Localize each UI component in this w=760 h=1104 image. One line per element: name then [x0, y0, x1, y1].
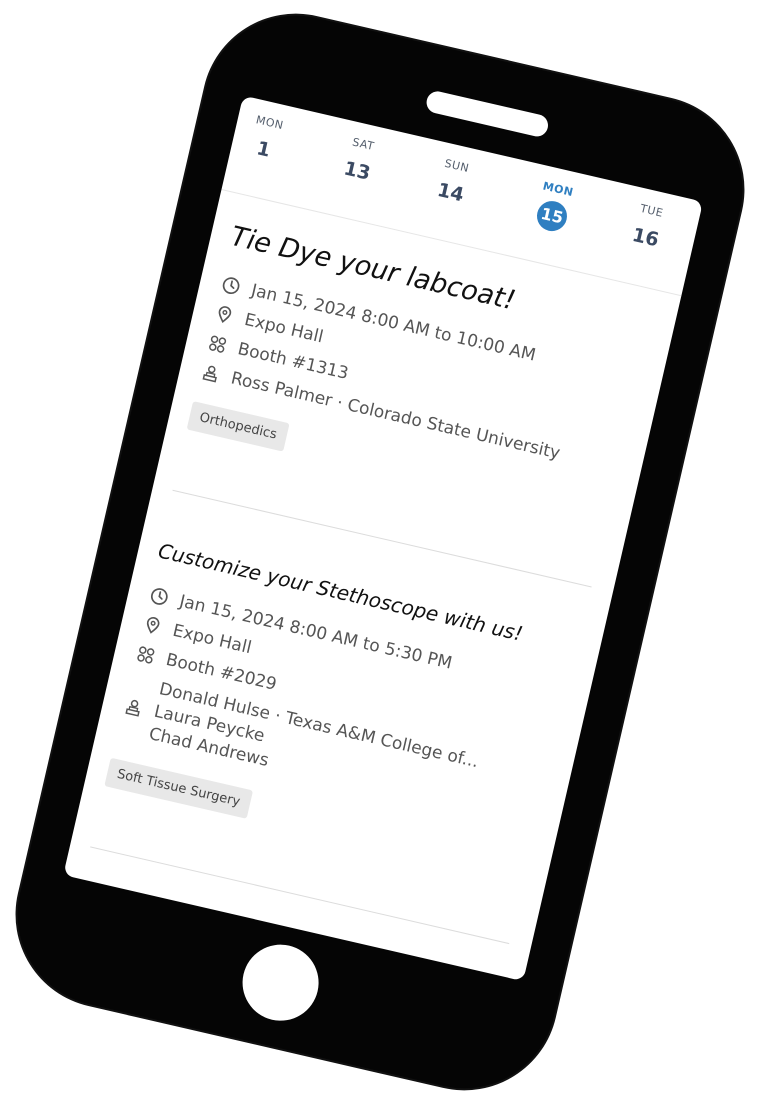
booth-grid-icon	[133, 642, 159, 668]
booth-grid-icon	[204, 331, 230, 357]
day-of-week-label: MON	[541, 179, 575, 200]
event-category-tag[interactable]: Orthopedics	[186, 401, 290, 452]
home-button[interactable]	[234, 937, 327, 1029]
day-number-label: 14	[435, 178, 466, 207]
location-pin-icon	[211, 302, 237, 328]
day-number-label: 1	[254, 137, 273, 162]
day-number-label: 15	[533, 198, 570, 235]
presenter-icon	[120, 694, 146, 720]
day-tab-tue-16[interactable]: TUE 16	[613, 198, 682, 259]
day-number-label: 13	[341, 157, 373, 185]
location-pin-icon	[139, 613, 165, 639]
phone-speaker	[424, 89, 551, 139]
clock-icon	[218, 272, 244, 298]
day-tab-mon-15-selected[interactable]: MON 15	[519, 176, 588, 237]
phone-frame: MON 1 SAT 13 SUN 14 MON 15 TUE 16 Tie Dy…	[0, 0, 760, 1104]
day-tab-sat-13[interactable]: SAT 13	[324, 131, 393, 192]
event-category-tag[interactable]: Soft Tissue Surgery	[104, 757, 253, 819]
day-tab-sun-14[interactable]: SUN 14	[418, 153, 487, 214]
stage: MON 1 SAT 13 SUN 14 MON 15 TUE 16 Tie Dy…	[0, 0, 760, 1104]
presenter-icon	[198, 360, 224, 386]
clock-icon	[146, 583, 172, 609]
phone-screen: MON 1 SAT 13 SUN 14 MON 15 TUE 16 Tie Dy…	[63, 95, 704, 982]
day-tab-mon-1[interactable]: MON 1	[231, 110, 300, 171]
event-card[interactable]: Customize your Stethoscope with us! Jan …	[104, 538, 580, 882]
day-number-label: 16	[630, 223, 661, 252]
